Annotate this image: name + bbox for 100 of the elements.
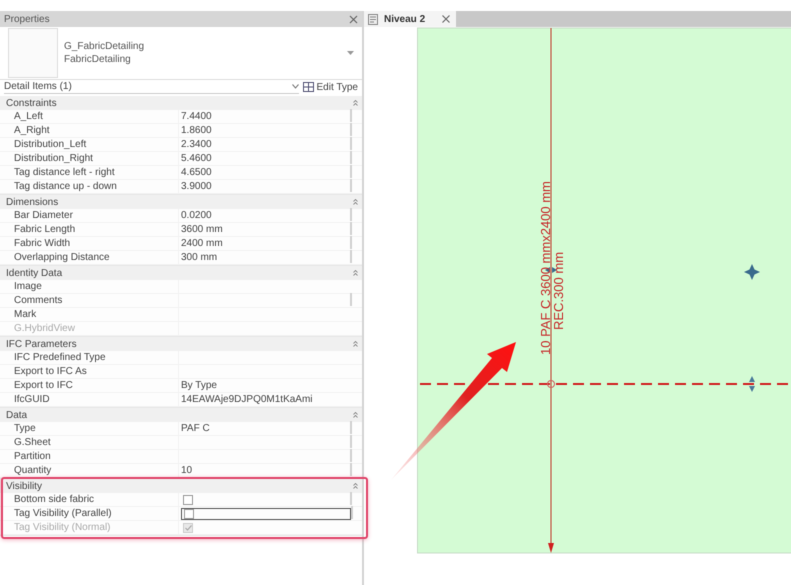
property-value: 14EAWAje9DJPQ0M1tKaAmi (181, 393, 313, 406)
family-name: G_FabricDetailing (64, 40, 146, 53)
group-title: Dimensions (6, 196, 58, 208)
property-label: A_Left (13, 110, 44, 123)
property-label: G.Sheet (13, 436, 52, 449)
filter-label: Detail Items (1) (4, 81, 72, 92)
property-value: 10 (181, 464, 192, 477)
property-label: Export to IFC (13, 379, 74, 392)
type-name: FabricDetailing (64, 53, 132, 66)
group-title: Visibility (6, 480, 42, 492)
property-value: 300 mm (181, 251, 218, 264)
chevron-down-icon (292, 84, 300, 89)
property-label: Export to IFC As (13, 365, 88, 378)
property-label: Image (13, 280, 43, 293)
property-label: IFC Predefined Type (13, 351, 107, 364)
panel-title: Properties (4, 14, 50, 24)
move-handle-icon[interactable] (744, 264, 760, 280)
collapse-icon[interactable] (353, 100, 358, 106)
property-row[interactable]: A_Left 7.4400 (0, 110, 362, 124)
collapse-icon[interactable] (353, 483, 358, 489)
checkbox[interactable] (184, 508, 194, 518)
group-header[interactable]: Dimensions (0, 195, 362, 209)
property-label: IfcGUID (13, 393, 51, 406)
property-value: 3600 mm (181, 223, 223, 236)
close-icon[interactable] (442, 15, 450, 23)
property-row[interactable]: Distribution_Right 5.4600 (0, 152, 362, 166)
property-value: 1.8600 (181, 124, 212, 137)
property-value: 2400 mm (181, 237, 223, 250)
node-circle (547, 380, 555, 388)
property-label: Overlapping Distance (13, 251, 111, 264)
collapse-icon[interactable] (353, 270, 358, 276)
property-label: Distribution_Left (13, 138, 88, 151)
group-header[interactable]: Data (0, 408, 362, 422)
property-value: 2.3400 (181, 138, 212, 151)
property-label: Partition (13, 450, 52, 463)
property-row[interactable]: Fabric Length 3600 mm (0, 223, 362, 237)
group-title: Constraints (6, 98, 57, 108)
group-header[interactable]: Identity Data (0, 266, 362, 280)
property-row[interactable]: Export to IFC As (0, 365, 362, 379)
collapse-icon[interactable] (353, 199, 358, 205)
edit-type-icon (303, 82, 314, 92)
property-value: 3.9000 (181, 180, 212, 193)
property-label: Tag distance up - down (13, 180, 118, 193)
dropdown-caret-icon[interactable] (347, 51, 354, 55)
property-label: Fabric Width (13, 237, 72, 250)
property-label: Type (13, 422, 37, 435)
property-label: Comments (13, 294, 64, 307)
group-title: Data (6, 410, 28, 420)
property-label: Fabric Length (13, 223, 76, 236)
property-value: 7.4400 (181, 110, 212, 123)
property-label: Distribution_Right (13, 152, 94, 165)
filter-dropdown[interactable]: Detail Items (1) (4, 80, 300, 94)
property-row[interactable]: IFC Predefined Type (0, 351, 362, 365)
property-value: By Type (181, 379, 217, 392)
property-value: 0.0200 (181, 209, 212, 222)
group-header[interactable]: IFC Parameters (0, 337, 362, 351)
property-row[interactable]: Tag Visibility (Parallel) (0, 507, 362, 521)
collapse-icon[interactable] (353, 412, 358, 418)
property-row[interactable]: Tag distance left - right 4.6500 (0, 166, 362, 180)
group-title: IFC Parameters (6, 338, 77, 350)
group-header[interactable]: Visibility (0, 479, 362, 493)
property-row[interactable]: Fabric Width 2400 mm (0, 237, 362, 251)
floor-plan-icon (368, 14, 378, 24)
property-label: A_Right (13, 124, 51, 137)
property-value: 4.6500 (181, 166, 212, 179)
property-row[interactable]: Distribution_Left 2.3400 (0, 138, 362, 152)
fabric-tag[interactable]: 10 PAF C 3600 mmx2400 mm (538, 181, 553, 355)
property-row[interactable]: Tag distance up - down 3.9000 (0, 180, 362, 194)
close-icon (349, 14, 358, 24)
flip-arrows-icon[interactable] (749, 376, 755, 392)
close-button[interactable] (349, 12, 358, 26)
property-row[interactable]: Partition (0, 450, 362, 464)
group-title: Identity Data (6, 268, 62, 278)
property-row[interactable]: Bottom side fabric (0, 493, 362, 507)
property-row[interactable]: Export to IFC By Type (0, 379, 362, 393)
group-header[interactable]: Constraints (0, 96, 362, 110)
property-row[interactable]: Image (0, 280, 362, 294)
property-row[interactable]: IfcGUID 14EAWAje9DJPQ0M1tKaAmi (0, 393, 362, 407)
property-row[interactable]: Comments (0, 294, 362, 308)
checkbox[interactable] (183, 494, 193, 504)
value-field[interactable] (181, 508, 351, 520)
edit-type-button[interactable]: Edit Type (303, 82, 358, 92)
collapse-icon[interactable] (353, 341, 358, 347)
property-label: G.HybridView (13, 322, 76, 335)
property-value: PAF C (181, 422, 210, 435)
property-label: Bar Diameter (13, 209, 74, 222)
property-row[interactable]: G.Sheet (0, 436, 362, 450)
property-label: Tag distance left - right (13, 166, 116, 179)
property-row[interactable]: Overlapping Distance 300 mm (0, 251, 362, 265)
property-label: Tag Visibility (Normal) (13, 521, 112, 534)
property-row[interactable]: A_Right 1.8600 (0, 124, 362, 138)
property-label: Tag Visibility (Parallel) (13, 507, 113, 520)
property-label: Mark (13, 308, 38, 321)
property-row[interactable]: Bar Diameter 0.0200 (0, 209, 362, 223)
fabric-tag[interactable]: REC.300 mm (551, 252, 566, 330)
property-row[interactable]: Type PAF C (0, 422, 362, 436)
property-label: Bottom side fabric (13, 493, 96, 506)
property-label: Quantity (13, 464, 52, 477)
view-tab[interactable]: Niveau 2 (364, 11, 456, 27)
property-row[interactable]: Mark (0, 308, 362, 322)
